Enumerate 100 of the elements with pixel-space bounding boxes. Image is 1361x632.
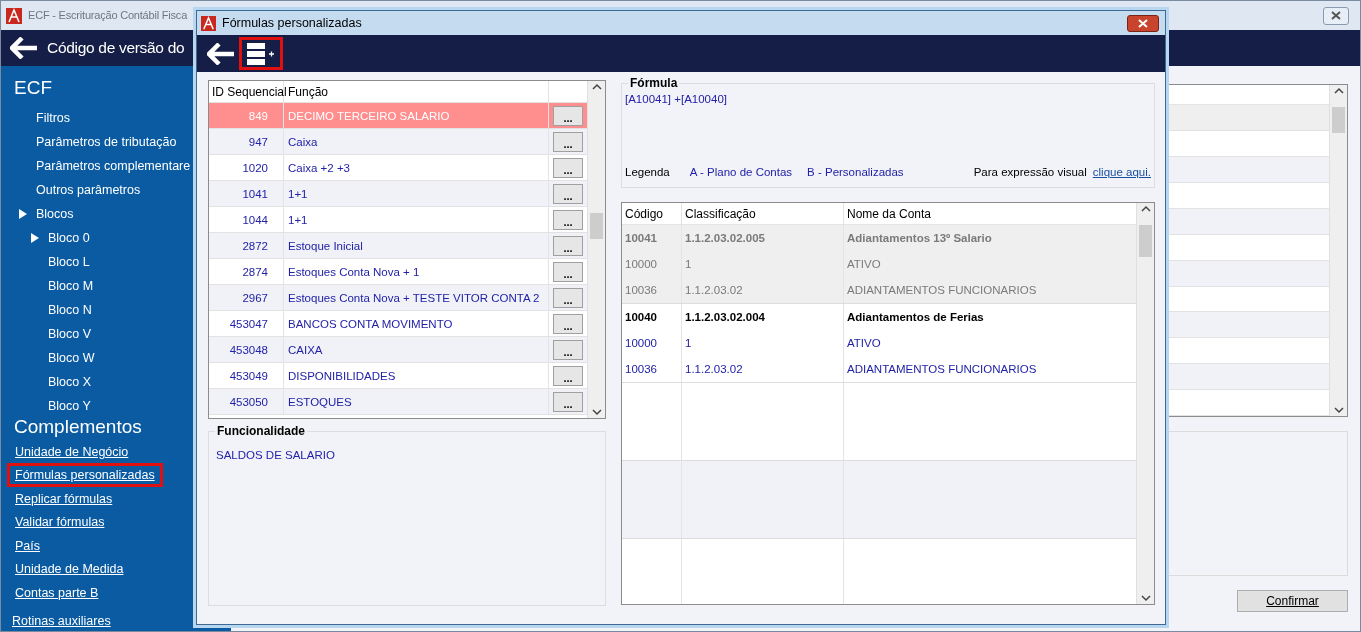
- section-heading: Complementos: [14, 415, 142, 439]
- ellipsis-button[interactable]: ...: [553, 105, 583, 126]
- sidebar-link[interactable]: Unidade de Negócio: [7, 439, 137, 464]
- sidebar-link[interactable]: Fórmulas personalizadas: [7, 463, 163, 488]
- close-button[interactable]: [1127, 14, 1159, 32]
- scroll-up-icon[interactable]: [1333, 87, 1344, 95]
- ellipsis-button[interactable]: ...: [553, 157, 583, 178]
- table-row[interactable]: 947 Caixa ...: [209, 129, 587, 155]
- sidebar-item[interactable]: Blocos: [36, 204, 74, 224]
- ellipsis-button[interactable]: ...: [553, 365, 583, 386]
- table-cell: 10040: [622, 304, 682, 330]
- sidebar-link[interactable]: Replicar fórmulas: [7, 486, 121, 511]
- sidebar-link[interactable]: País: [7, 533, 48, 558]
- table-row[interactable]: 1041 1+1 ...: [209, 181, 587, 207]
- table-row[interactable]: 849 DECIMO TERCEIRO SALARIO ...: [209, 103, 587, 129]
- sidebar-item[interactable]: Bloco Y: [48, 396, 91, 416]
- account-group[interactable]: 10041 1.1.2.03.02.005 Adiantamentos 13º Salario 10000 1 ATIVO 10036 1.1.2.03.02 ADIANTAMENTOS FUNCIONARIOS: [622, 225, 1136, 304]
- ellipsis-button[interactable]: ...: [553, 183, 583, 204]
- table-cell: BANCOS CONTA MOVIMENTO: [284, 310, 549, 337]
- table-row[interactable]: 453050 ESTOQUES ...: [209, 389, 587, 415]
- expand-arrow-icon[interactable]: [30, 233, 40, 243]
- column-header[interactable]: Código: [622, 203, 682, 224]
- scroll-down-icon[interactable]: [1333, 406, 1344, 414]
- scrollbar[interactable]: [1136, 203, 1154, 604]
- scroll-down-icon[interactable]: [591, 408, 602, 416]
- sidebar-item[interactable]: Bloco X: [48, 372, 92, 392]
- back-arrow-icon[interactable]: [207, 42, 235, 65]
- table-row[interactable]: 453048 CAIXA ...: [209, 337, 587, 363]
- table-row[interactable]: 2872 Estoque Inicial ...: [209, 233, 587, 259]
- ellipsis-button[interactable]: ...: [553, 339, 583, 360]
- sidebar-item[interactable]: Parâmetros de tributação: [36, 132, 177, 152]
- funcionalidade-text: SALDOS DE SALARIO: [216, 449, 335, 461]
- table-cell-text: ATIVO: [846, 257, 882, 272]
- scroll-up-icon[interactable]: [1140, 205, 1151, 213]
- table-cell: 1044: [209, 206, 284, 233]
- sidebar-item[interactable]: Parâmetros complementare: [36, 156, 191, 176]
- sidebar-link[interactable]: Rotinas auxiliares: [12, 611, 111, 631]
- column-header[interactable]: Classificação: [682, 203, 844, 224]
- expand-arrow-icon[interactable]: [18, 209, 28, 219]
- account-group[interactable]: 10040 1.1.2.03.02.004 Adiantamentos de Ferias 10000 1 ATIVO 10036 1.1.2.03.02 ADIANTAMENTOS FUNCIONARIOS: [622, 304, 1136, 383]
- sidebar-heading: ECF: [14, 76, 52, 100]
- sidebar-item[interactable]: Filtros: [36, 108, 71, 128]
- table-row[interactable]: 1020 Caixa +2 +3 ...: [209, 155, 587, 181]
- ellipsis-button[interactable]: ...: [553, 261, 583, 282]
- table-row[interactable]: 453047 BANCOS CONTA MOVIMENTO ...: [209, 311, 587, 337]
- table-row[interactable]: 2874 Estoques Conta Nova + 1 ...: [209, 259, 587, 285]
- scroll-thumb[interactable]: [1332, 107, 1345, 133]
- sidebar-item[interactable]: Bloco L: [48, 252, 90, 272]
- scroll-thumb[interactable]: [1139, 225, 1152, 257]
- ellipsis-button[interactable]: ...: [553, 209, 583, 230]
- visual-label: Para expressão visual: [973, 164, 1087, 180]
- close-button[interactable]: [1323, 6, 1349, 25]
- sidebar-item[interactable]: Bloco M: [48, 276, 94, 296]
- table-cell: 10000: [622, 330, 682, 356]
- table-row[interactable]: 1044 1+1 ...: [209, 207, 587, 233]
- sidebar-item[interactable]: Bloco V: [48, 324, 92, 344]
- column-header[interactable]: Nome da Conta: [844, 203, 1136, 224]
- scroll-down-icon[interactable]: [1140, 594, 1151, 602]
- sidebar-item[interactable]: Bloco 0: [48, 228, 90, 248]
- ellipsis-button[interactable]: ...: [553, 313, 583, 334]
- confirm-button[interactable]: Confirmar: [1237, 590, 1348, 612]
- table-cell: 10000: [622, 251, 682, 277]
- table-cell: Estoque Inicial: [284, 232, 549, 259]
- scrollbar[interactable]: [1329, 85, 1347, 416]
- ellipsis-button[interactable]: ...: [553, 391, 583, 412]
- table-cell: Estoques Conta Nova + 1: [284, 258, 549, 285]
- close-icon: [1331, 11, 1341, 20]
- table-cell: 453048: [209, 336, 284, 363]
- sidebar-item[interactable]: Outros parâmetros: [36, 180, 141, 200]
- window-title: ECF - Escrituração Contábil Fisca: [28, 8, 188, 24]
- table-cell: 1.1.2.03.02: [682, 356, 844, 382]
- add-list-button[interactable]: [239, 37, 283, 70]
- table-cell: 1.1.2.03.02: [682, 277, 844, 303]
- ellipsis-button[interactable]: ...: [553, 131, 583, 152]
- table-row[interactable]: 2967 Estoques Conta Nova + TESTE VITOR CONTA 2 ...: [209, 285, 587, 311]
- table-cell: 1: [682, 251, 844, 277]
- click-here-link[interactable]: clique aqui.: [1092, 163, 1151, 181]
- scroll-thumb[interactable]: [590, 213, 603, 239]
- ellipsis-button[interactable]: ...: [553, 235, 583, 256]
- scroll-up-icon[interactable]: [591, 83, 602, 91]
- sidebar-link[interactable]: Contas parte B: [7, 580, 107, 605]
- table-row[interactable]: 453049 DISPONIBILIDADES ...: [209, 363, 587, 389]
- table-cell: 10036: [622, 277, 682, 303]
- ellipsis-button[interactable]: ...: [553, 287, 583, 308]
- dialog-title: Fórmulas personalizadas: [222, 14, 362, 32]
- table-cell: 1: [682, 330, 844, 356]
- sidebar-item[interactable]: Bloco W: [48, 348, 95, 368]
- table-cell: 2872: [209, 232, 284, 259]
- scrollbar[interactable]: [587, 81, 605, 418]
- sidebar-item[interactable]: Bloco N: [48, 300, 92, 320]
- sidebar-link[interactable]: Unidade de Medida: [7, 557, 132, 582]
- table-cell: 2967: [209, 284, 284, 311]
- column-header[interactable]: Função: [284, 81, 549, 102]
- table-cell: 849: [209, 102, 284, 129]
- column-header[interactable]: ID Sequencial: [209, 81, 284, 102]
- back-arrow-icon[interactable]: [10, 37, 38, 59]
- table-cell: Caixa +2 +3: [284, 154, 549, 181]
- sidebar-link[interactable]: Validar fórmulas: [7, 510, 113, 535]
- table-cell-text: ADIANTAMENTOS FUNCIONARIOS: [846, 283, 1038, 298]
- table-cell: Estoques Conta Nova + TESTE VITOR CONTA 2: [284, 284, 549, 311]
